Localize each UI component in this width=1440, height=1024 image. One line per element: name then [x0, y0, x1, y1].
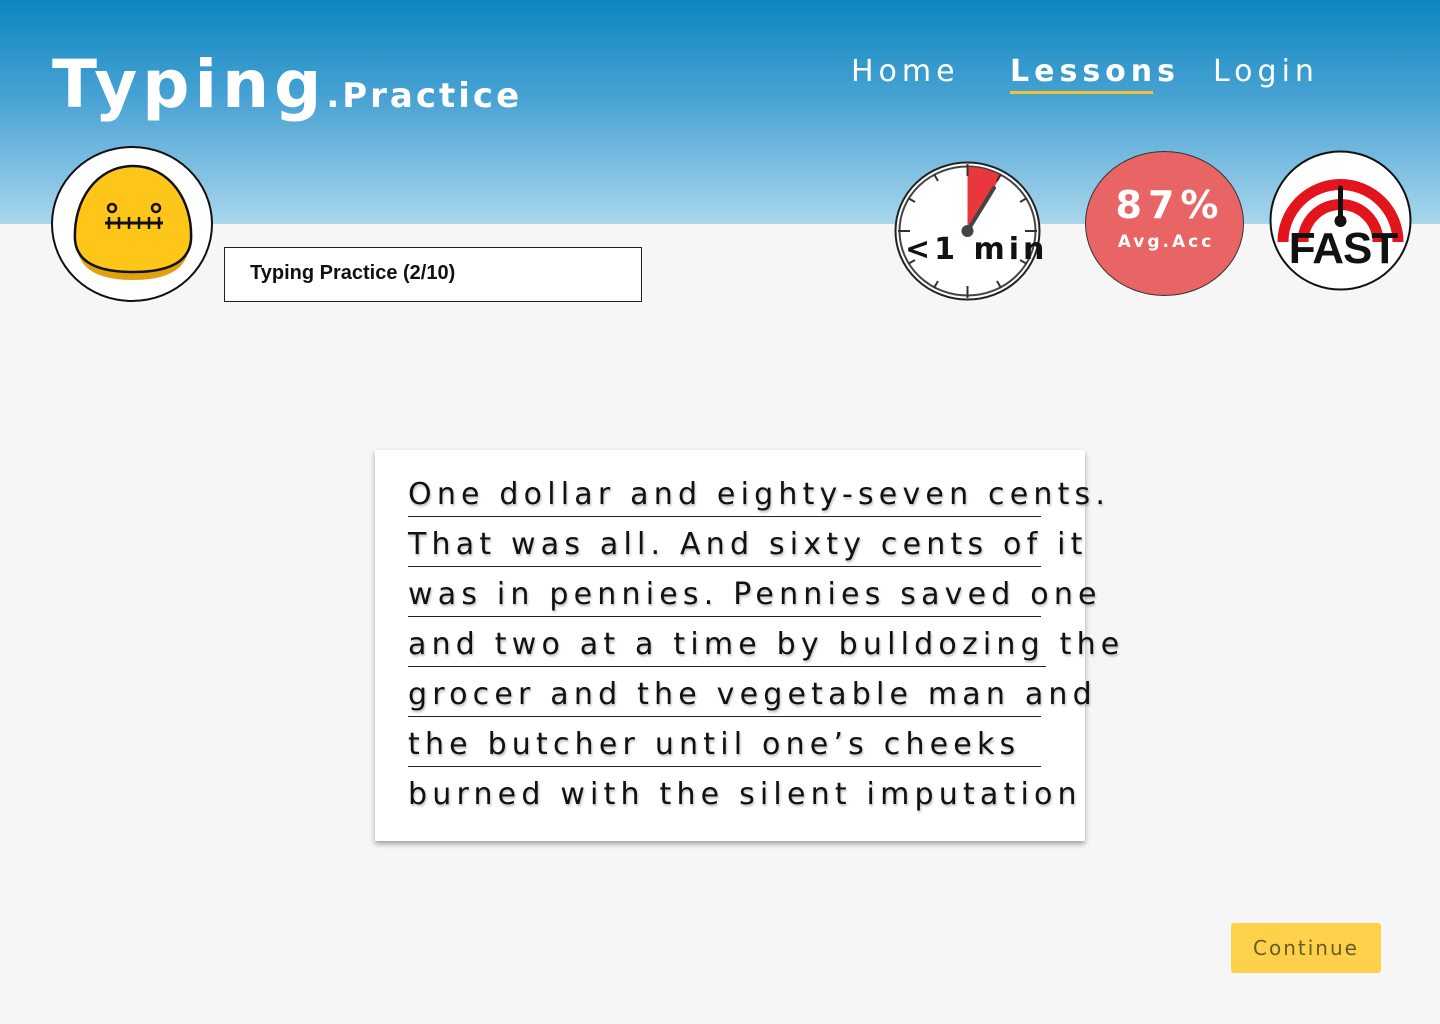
- nav-login[interactable]: Login: [1213, 54, 1319, 89]
- nav-home[interactable]: Home: [851, 54, 960, 89]
- accuracy-label: Avg.Acc: [1117, 232, 1215, 252]
- passage-line: and two at a time by bulldozing the: [408, 627, 1125, 662]
- passage-line-rule: [408, 766, 1041, 767]
- continue-button[interactable]: Continue: [1231, 923, 1381, 973]
- app-logo[interactable]: Typing.Practice: [52, 46, 522, 123]
- passage-line-rule: [408, 616, 1041, 617]
- passage-line: the butcher until one’s cheeks: [408, 727, 1021, 762]
- timer-label: <1 min: [905, 232, 1049, 267]
- avatar[interactable]: [51, 146, 213, 302]
- logo-main-text: Typing: [52, 46, 327, 123]
- passage-line: That was all. And sixty cents of it: [408, 527, 1088, 562]
- nav-active-indicator: [1010, 91, 1153, 94]
- accuracy-value: 87%: [1115, 183, 1225, 227]
- passage-line-rule: [408, 566, 1041, 567]
- zipped-mouth-blob-icon: [73, 164, 193, 280]
- fast-badge-text: FAST: [1288, 224, 1398, 273]
- lesson-title-box: Typing Practice (2/10): [224, 247, 642, 302]
- passage-line: One dollar and eighty-seven cents.: [408, 477, 1111, 512]
- logo-sub-text: .Practice: [326, 76, 523, 116]
- stopwatch-icon: [894, 161, 1041, 301]
- passage-line-rule: [408, 716, 1041, 717]
- passage-line-rule: [408, 666, 1046, 667]
- passage-line: burned with the silent imputation: [408, 777, 1082, 812]
- passage-line: grocer and the vegetable man and: [408, 677, 1097, 712]
- nav-lessons[interactable]: Lessons: [1010, 54, 1180, 89]
- passage-line: was in pennies. Pennies saved one: [408, 577, 1102, 612]
- passage-line-rule: [408, 516, 1041, 517]
